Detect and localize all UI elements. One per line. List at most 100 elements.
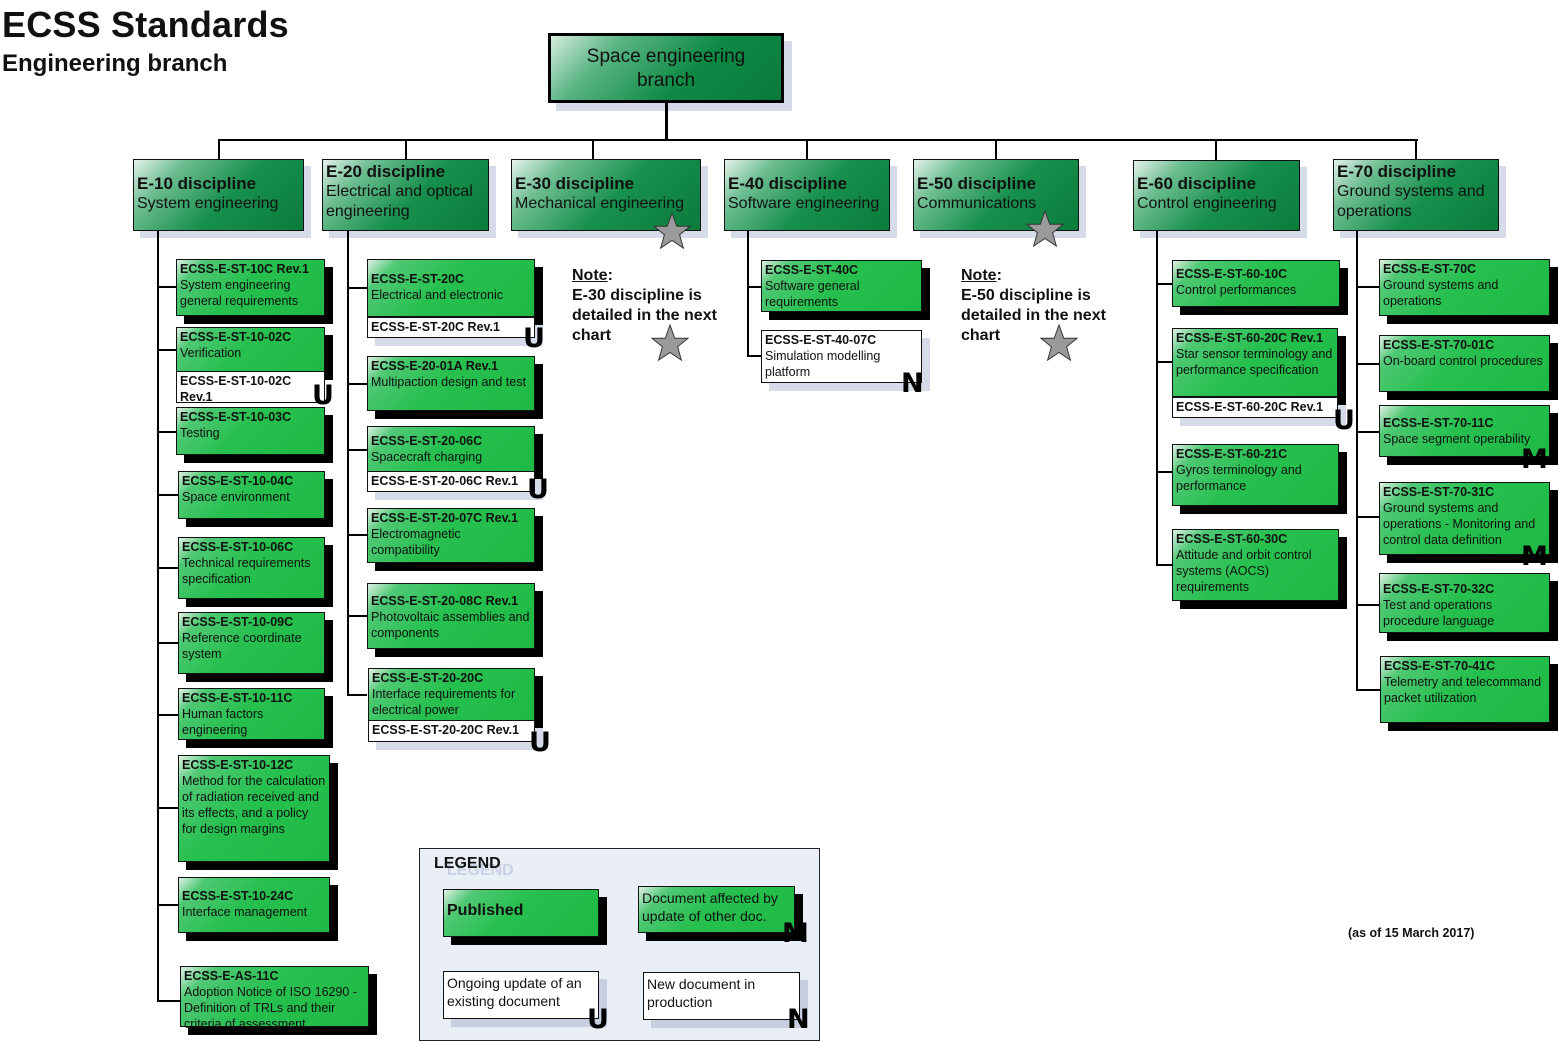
star-icon (1026, 210, 1064, 248)
discipline-e60[interactable]: E-60 discipline Control engineering (1133, 160, 1300, 231)
doc-title: Spacecraft charging (371, 450, 483, 464)
marker-u: U (523, 323, 545, 354)
doc-card[interactable]: ECSS-E-20-01A Rev.1 Multipaction design … (367, 356, 535, 411)
doc-update-code: ECSS-E-ST-60-20C Rev.1 (1176, 400, 1324, 414)
discipline-code: E-10 discipline (137, 174, 257, 193)
doc-title: Simulation modelling platform (765, 349, 881, 379)
doc-code: ECSS-E-ST-10-04C (182, 474, 294, 488)
doc-code: ECSS-E-ST-10-06C (182, 540, 294, 554)
doc-card[interactable]: ECSS-E-ST-20C Electrical and electronic (367, 259, 535, 317)
marker-n: N (787, 1004, 810, 1035)
discipline-e10[interactable]: E-10 discipline System engineering (133, 159, 304, 231)
doc-card-new[interactable]: ECSS-E-ST-40-07C Simulation modelling pl… (761, 330, 922, 383)
legend-item-ongoing-update: Ongoing update of an existing document (443, 971, 599, 1019)
doc-card[interactable]: ECSS-E-ST-10C Rev.1 System engineering g… (176, 259, 325, 316)
e20-branch (347, 615, 367, 617)
discipline-name: Control engineering (1137, 195, 1277, 212)
e10-branch (157, 431, 177, 433)
legend-label: New document in production (647, 976, 756, 1010)
connector-e10 (218, 139, 220, 160)
doc-card[interactable]: ECSS-E-AS-11C Adoption Notice of ISO 162… (180, 966, 369, 1031)
doc-card[interactable]: ECSS-E-ST-10-12C Method for the calculat… (178, 755, 330, 862)
marker-u: U (527, 474, 549, 505)
doc-card[interactable]: ECSS-E-ST-20-06C Spacecraft charging (367, 426, 535, 472)
root-node-space-engineering[interactable]: Space engineering branch (548, 33, 784, 103)
discipline-name: Ground systems and operations (1337, 183, 1485, 220)
doc-title: Verification (180, 346, 242, 360)
discipline-e40[interactable]: E-40 discipline Software engineering (724, 159, 890, 231)
doc-code: ECSS-E-ST-70-11C (1383, 416, 1494, 430)
doc-title: Test and operations procedure language (1383, 598, 1495, 628)
connector-e40 (806, 139, 808, 160)
doc-update-card[interactable]: ECSS-E-ST-20C Rev.1 (367, 317, 535, 338)
e10-branch (157, 642, 179, 644)
root-connector (665, 103, 668, 141)
doc-title: Technical requirements specification (182, 556, 311, 586)
doc-code: ECSS-E-ST-10-11C (182, 691, 293, 705)
connector-e50 (995, 139, 997, 160)
doc-code: ECSS-E-AS-11C (184, 969, 279, 983)
doc-code: ECSS-E-ST-20-07C Rev.1 (371, 511, 519, 525)
legend-label: Published (447, 902, 524, 919)
doc-card[interactable]: ECSS-E-ST-10-03C Testing (176, 407, 325, 455)
discipline-name: Mechanical engineering (515, 195, 684, 212)
doc-card[interactable]: ECSS-E-ST-20-07C Rev.1 Electromagnetic c… (367, 508, 535, 563)
discipline-name: System engineering (137, 195, 279, 212)
e70-branch (1356, 363, 1380, 365)
doc-code: ECSS-E-ST-10-09C (182, 615, 294, 629)
doc-code: ECSS-E-ST-10-12C (182, 758, 294, 772)
doc-card[interactable]: ECSS-E-ST-60-20C Rev.1 Star sensor termi… (1172, 328, 1338, 397)
doc-card[interactable]: ECSS-E-ST-70-32C Test and operations pro… (1379, 573, 1550, 633)
doc-title: Star sensor terminology and performance … (1176, 347, 1333, 377)
doc-card[interactable]: ECSS-E-ST-60-10C Control performances (1172, 260, 1340, 307)
doc-title: Software general requirements (765, 279, 860, 309)
note-text: E-50 discipline is detailed in the next … (961, 287, 1106, 344)
doc-update-card[interactable]: ECSS-E-ST-20-06C Rev.1 (367, 471, 535, 492)
e70-branch (1356, 689, 1380, 691)
doc-title: Human factors engineering (182, 707, 264, 737)
doc-card[interactable]: ECSS-E-ST-10-04C Space environment (178, 471, 325, 519)
e70-trunk (1356, 231, 1358, 691)
discipline-code: E-30 discipline (515, 174, 635, 193)
doc-card[interactable]: ECSS-E-ST-20-20C Interface requirements … (368, 668, 535, 721)
e70-branch (1356, 431, 1380, 433)
doc-card[interactable]: ECSS-E-ST-40C Software general requireme… (761, 260, 922, 312)
doc-title: Photovoltaic assemblies and components (371, 610, 530, 640)
doc-title: Interface management (182, 905, 308, 919)
e10-branch (157, 1000, 181, 1002)
doc-card[interactable]: ECSS-E-ST-20-08C Rev.1 Photovoltaic asse… (367, 583, 535, 649)
doc-card[interactable]: ECSS-E-ST-10-09C Reference coordinate sy… (178, 612, 325, 674)
doc-card[interactable]: ECSS-E-ST-60-30C Attitude and orbit cont… (1172, 529, 1339, 601)
discipline-e70[interactable]: E-70 discipline Ground systems and opera… (1333, 159, 1499, 231)
doc-update-card[interactable]: ECSS-E-ST-20-20C Rev.1 (368, 720, 535, 742)
note-label: Note (572, 267, 608, 284)
doc-code: ECSS-E-ST-20-20C (372, 671, 484, 685)
e20-trunk (347, 231, 349, 696)
doc-card[interactable]: ECSS-E-ST-70-01C On-board control proced… (1379, 335, 1550, 392)
doc-card[interactable]: ECSS-E-ST-70-41C Telemetry and telecomma… (1380, 656, 1550, 723)
doc-card[interactable]: ECSS-E-ST-60-21C Gyros terminology and p… (1172, 444, 1339, 506)
connector-e20 (405, 139, 407, 160)
discipline-code: E-40 discipline (728, 174, 848, 193)
doc-update-card[interactable]: ECSS-E-ST-60-20C Rev.1 (1172, 397, 1338, 418)
doc-title: Multipaction design and test (371, 375, 526, 389)
doc-card[interactable]: ECSS-E-ST-10-06C Technical requirements … (178, 537, 325, 599)
doc-code: ECSS-E-ST-40-07C (765, 333, 877, 347)
doc-card[interactable]: ECSS-E-ST-70C Ground systems and operati… (1379, 259, 1550, 316)
doc-card[interactable]: ECSS-E-ST-10-11C Human factors engineeri… (178, 688, 325, 740)
doc-card[interactable]: ECSS-E-ST-10-02C Verification (176, 327, 325, 372)
doc-title: Electromagnetic compatibility (371, 527, 461, 557)
doc-update-card[interactable]: ECSS-E-ST-10-02C Rev.1 (176, 371, 325, 404)
doc-code: ECSS-E-ST-70-32C (1383, 582, 1495, 596)
e10-branch (157, 714, 179, 716)
doc-title: Method for the calculation of radiation … (182, 774, 326, 836)
doc-update-code: ECSS-E-ST-20-20C Rev.1 (372, 723, 520, 737)
doc-code: ECSS-E-ST-10-03C (180, 410, 292, 424)
discipline-e20[interactable]: E-20 discipline Electrical and optical e… (322, 159, 489, 231)
e10-trunk (157, 231, 159, 1002)
marker-m: M (1521, 444, 1548, 475)
doc-card[interactable]: ECSS-E-ST-10-24C Interface management (178, 877, 330, 933)
connector-e70 (1415, 139, 1417, 160)
doc-code: ECSS-E-ST-60-21C (1176, 447, 1288, 461)
note-label: Note (961, 267, 997, 284)
